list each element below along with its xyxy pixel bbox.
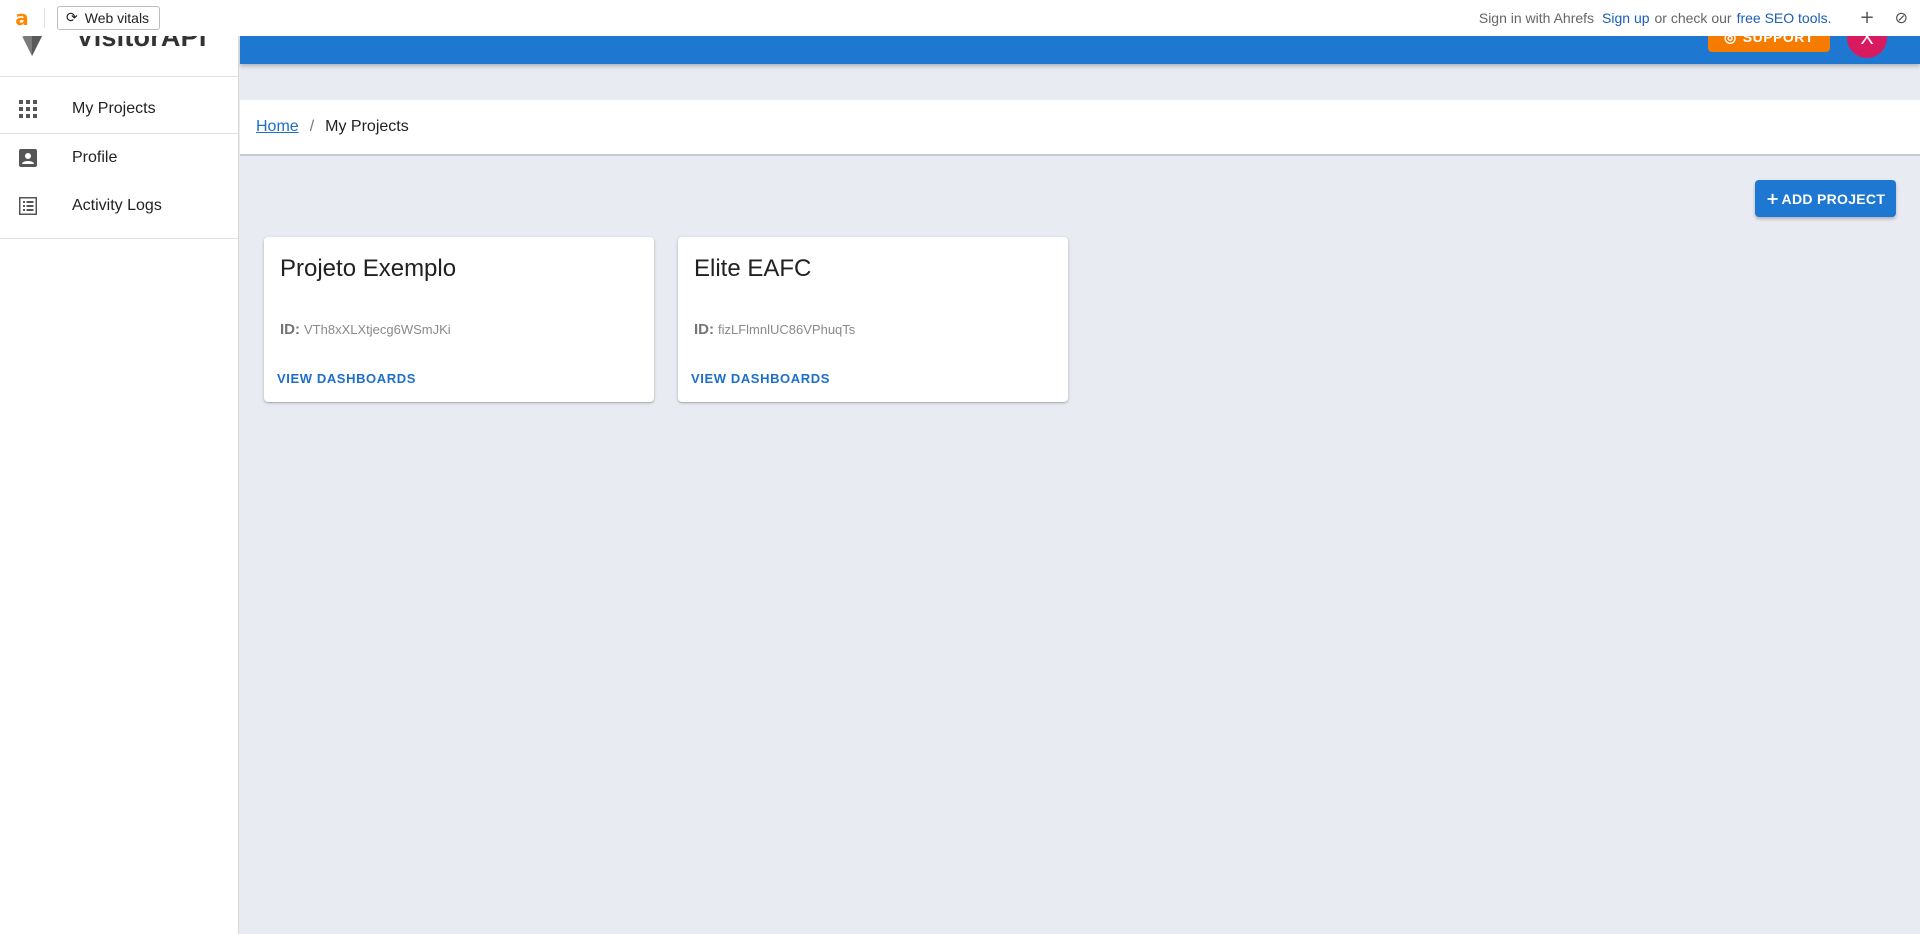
brand-name: VisitorAPI: [76, 36, 207, 52]
project-name: Projeto Exemplo: [280, 255, 457, 282]
brand[interactable]: VisitorAPI: [0, 36, 238, 76]
block-icon[interactable]: ⊘: [1895, 10, 1908, 26]
support-button[interactable]: ◎ SUPPORT: [1708, 36, 1830, 52]
project-id: ID: fizLFlmnlUC86VPhuqTs: [694, 321, 855, 338]
user-avatar[interactable]: X: [1847, 36, 1887, 58]
sidebar-item-label: My Projects: [72, 100, 156, 117]
plus-icon: +: [1765, 189, 1780, 208]
web-vitals-button[interactable]: ⟳ Web vitals: [57, 6, 161, 30]
ahrefs-extension-bar: a ⟳ Web vitals Sign in with Ahrefs Sign …: [0, 0, 1920, 36]
reload-icon: ⟳: [66, 10, 78, 26]
sidebar-item-activity-logs[interactable]: Activity Logs: [0, 182, 238, 230]
list-icon: [0, 197, 72, 215]
project-id: ID: VTh8xXLXtjecg6WSmJKi: [280, 321, 451, 338]
project-id-label: ID:: [694, 321, 714, 338]
support-icon: ◎: [1724, 36, 1737, 45]
add-project-button[interactable]: + ADD PROJECT: [1755, 180, 1896, 217]
sign-up-link[interactable]: Sign up: [1602, 10, 1649, 26]
check-our-text: or check our: [1654, 10, 1732, 26]
view-dashboards-button[interactable]: VIEW DASHBOARDS: [277, 371, 416, 386]
extension-divider: [44, 8, 45, 28]
breadcrumb: Home / My Projects: [240, 100, 1920, 156]
sidebar: VisitorAPI My Projects Profile Activity …: [0, 36, 239, 934]
top-app-bar: ◎ SUPPORT X: [240, 36, 1920, 64]
sidebar-item-label: Profile: [72, 149, 118, 166]
breadcrumb-current: My Projects: [325, 118, 409, 135]
extension-signin-area: Sign in with Ahrefs Sign up or check our…: [1479, 9, 1920, 27]
sidebar-divider: [0, 76, 238, 77]
apps-grid-icon: [0, 100, 72, 118]
sidebar-divider: [0, 238, 238, 239]
project-id-value: fizLFlmnlUC86VPhuqTs: [718, 322, 856, 337]
add-project-label: ADD PROJECT: [1781, 190, 1886, 207]
view-dashboards-button[interactable]: VIEW DASHBOARDS: [691, 371, 830, 386]
web-vitals-label: Web vitals: [84, 10, 150, 26]
project-id-label: ID:: [280, 321, 300, 338]
sidebar-item-profile[interactable]: Profile: [0, 134, 238, 182]
visitorapi-logo-icon: [19, 36, 42, 56]
project-id-value: VTh8xXLXtjecg6WSmJKi: [304, 322, 451, 337]
account-box-icon: [0, 149, 72, 167]
project-name: Elite EAFC: [694, 255, 812, 282]
sidebar-item-my-projects[interactable]: My Projects: [0, 85, 238, 133]
add-icon[interactable]: +: [1860, 9, 1875, 27]
sidebar-item-label: Activity Logs: [72, 197, 162, 214]
free-seo-tools-link[interactable]: free SEO tools.: [1737, 10, 1832, 26]
sign-in-text: Sign in with Ahrefs: [1478, 10, 1595, 26]
breadcrumb-separator: /: [309, 118, 315, 135]
ahrefs-logo-icon[interactable]: a: [0, 0, 44, 36]
support-label: SUPPORT: [1742, 36, 1814, 45]
project-card: Elite EAFC ID: fizLFlmnlUC86VPhuqTs VIEW …: [678, 237, 1068, 402]
project-card: Projeto Exemplo ID: VTh8xXLXtjecg6WSmJKi …: [264, 237, 654, 402]
breadcrumb-home-link[interactable]: Home: [256, 118, 299, 136]
